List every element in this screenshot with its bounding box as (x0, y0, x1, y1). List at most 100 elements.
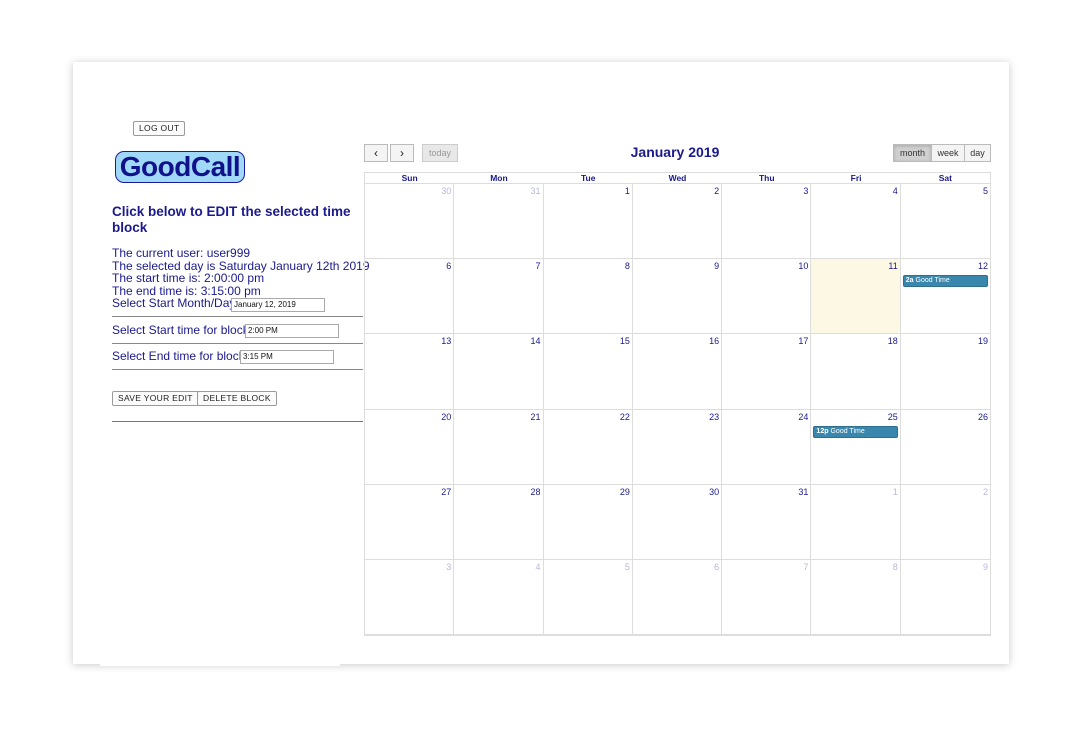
day-cell[interactable]: 26 (900, 410, 990, 485)
day-cell[interactable]: 13 (365, 334, 455, 410)
day-cell[interactable]: 3 (722, 184, 812, 260)
day-number: 8 (892, 562, 898, 572)
day-cell[interactable]: 30 (365, 184, 455, 260)
day-cell[interactable]: 2 (632, 184, 723, 260)
day-cell[interactable]: 7 (722, 560, 812, 636)
prev-month-button[interactable]: ‹ (364, 144, 388, 162)
delete-block-button[interactable]: DELETE BLOCK (197, 391, 277, 406)
day-number: 6 (446, 261, 452, 272)
day-cell[interactable]: 27 (365, 484, 455, 560)
day-number: 14 (530, 336, 541, 347)
day-cell[interactable]: 22 (543, 409, 633, 485)
day-number: 11 (888, 261, 898, 272)
day-number: 31 (798, 486, 809, 497)
day-cell[interactable]: 1 (811, 484, 901, 560)
day-number: 5 (624, 562, 630, 572)
day-number: 23 (709, 411, 720, 422)
day-cell[interactable]: 14 (454, 334, 544, 410)
day-cell[interactable]: 8 (811, 560, 901, 636)
day-cell[interactable]: 5 (900, 184, 990, 260)
day-cell[interactable]: 16 (632, 334, 723, 410)
day-cell[interactable]: 3 (365, 560, 455, 636)
day-number: 18 (887, 336, 898, 347)
day-cell[interactable]: 7 (454, 259, 544, 335)
day-number: 31 (530, 186, 541, 196)
day-number: 22 (619, 411, 630, 422)
day-cell[interactable]: 4 (454, 560, 544, 636)
view-day-button[interactable]: day (964, 144, 991, 162)
day-cell[interactable]: 21 (454, 409, 544, 485)
day-cell[interactable]: 28 (454, 484, 544, 560)
day-number: 2 (982, 486, 988, 497)
day-number: 3 (803, 186, 809, 196)
day-cell[interactable]: 15 (543, 334, 633, 410)
divider (112, 421, 363, 422)
day-cell[interactable]: 10 (722, 259, 812, 335)
view-week-button[interactable]: week (931, 144, 965, 162)
day-cell[interactable]: 20 (365, 409, 455, 485)
divider (112, 369, 363, 370)
day-number: 1 (624, 186, 630, 196)
edit-heading: Click below to EDIT the selected time bl… (112, 204, 351, 235)
day-cell[interactable]: 2 (900, 485, 990, 560)
weekday-header-thu: Thu (722, 173, 812, 184)
start-time-input[interactable]: 2:00 PM (245, 324, 339, 338)
day-cell[interactable]: 30 (632, 484, 723, 560)
weekday-header-mon: Mon (454, 173, 544, 184)
end-time-input[interactable]: 3:15 PM (240, 350, 334, 364)
day-cell[interactable]: 5 (543, 560, 633, 636)
start-day-input[interactable]: January 12, 2019 (231, 298, 325, 312)
divider (112, 316, 363, 317)
day-number: 10 (798, 261, 809, 272)
day-number: 20 (441, 411, 452, 422)
calendar-event[interactable]: 12p Good Time (813, 425, 898, 438)
day-cell[interactable]: 4 (811, 184, 901, 260)
calendar-event[interactable]: 2a Good Time (902, 275, 988, 288)
day-number: 16 (709, 336, 720, 347)
save-edit-button[interactable]: SAVE YOUR EDIT (112, 391, 199, 406)
day-number: 8 (624, 261, 630, 272)
day-number: 28 (530, 486, 541, 497)
day-cell[interactable]: 11 (811, 259, 901, 335)
day-cell[interactable]: 17 (722, 334, 812, 410)
weekday-header-fri: Fri (811, 173, 901, 184)
day-number: 27 (441, 486, 452, 497)
next-month-button[interactable]: › (390, 144, 414, 162)
day-cell[interactable]: 9 (632, 259, 723, 335)
day-number: 26 (977, 411, 988, 422)
day-cell[interactable]: 9 (900, 560, 990, 636)
weekday-header-sat: Sat (900, 173, 990, 184)
day-cell[interactable]: 24 (722, 409, 812, 485)
day-number: 4 (535, 562, 541, 572)
day-cell[interactable]: 19 (900, 334, 990, 410)
day-number: 6 (714, 562, 720, 572)
event-time: 2a (905, 277, 914, 285)
goodcall-logo: GoodCall (115, 151, 245, 183)
day-cell[interactable]: 12 2a Good Time (900, 259, 990, 335)
day-cell[interactable]: 6 (365, 259, 455, 335)
day-number: 9 (714, 261, 720, 272)
day-cell[interactable]: 1 (543, 184, 633, 260)
day-cell[interactable]: 25 12p Good Time (811, 409, 901, 485)
day-cell[interactable]: 31 (722, 484, 812, 560)
day-cell[interactable]: 23 (632, 409, 723, 485)
day-cell[interactable]: 29 (543, 484, 633, 560)
day-number: 15 (619, 336, 630, 347)
day-number: 3 (446, 562, 452, 572)
day-cell[interactable]: 8 (543, 259, 633, 335)
event-title: Good Time (915, 277, 950, 285)
day-cell[interactable]: 6 (632, 560, 723, 636)
weekday-header-tue: Tue (543, 173, 633, 184)
day-number: 21 (530, 411, 541, 422)
event-time: 12p (816, 427, 829, 435)
event-title: Good Time (830, 427, 865, 435)
chevron-left-icon: ‹ (374, 146, 378, 160)
logout-button[interactable]: LOG OUT (133, 121, 186, 136)
day-number: 30 (441, 186, 452, 196)
view-month-button[interactable]: month (893, 144, 932, 162)
day-cell[interactable]: 18 (811, 334, 901, 410)
day-cell[interactable]: 31 (454, 184, 544, 260)
end-time-label: Select End time for block: (112, 349, 249, 363)
chevron-right-icon: › (400, 146, 404, 160)
today-button[interactable]: today (422, 144, 458, 162)
